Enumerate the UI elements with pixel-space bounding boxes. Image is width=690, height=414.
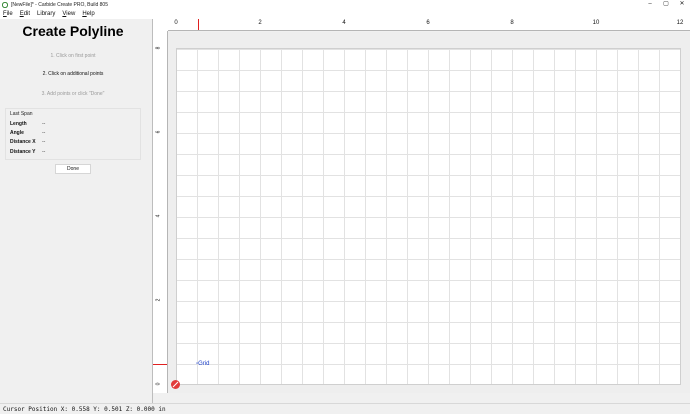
app-icon [2,1,8,8]
distance-y-value: -- [42,149,46,155]
step-3-text: 3. Add points or click "Done" [41,91,105,97]
ruler-cursor-marker-x [198,19,199,30]
menu-file-rest: ile [6,11,13,17]
length-value: -- [42,121,46,127]
window-controls: – ▢ ✕ [642,0,690,9]
distance-y-label: Distance Y [10,149,36,155]
ruler-x-label: 10 [592,20,600,26]
menu-edit-rest: dit [23,11,31,17]
ruler-cursor-marker-y [153,364,167,365]
menu-library-rest: Library [37,11,56,17]
ruler-y-label: 4 [155,214,162,218]
menu-help-rest: elp [86,11,95,17]
angle-row: Angle -- [10,130,45,136]
angle-value: -- [42,130,46,136]
tool-panel: Create Polyline 1. Click on first point … [0,19,152,403]
angle-label: Angle [10,130,24,136]
panel-title: Create Polyline [22,23,124,39]
menu-library[interactable]: Library [37,11,55,17]
distance-x-label: Distance X [10,139,36,145]
length-row: Length -- [10,121,45,127]
menu-edit[interactable]: Edit [20,11,30,17]
ruler-y-label: 8 [155,46,162,50]
ruler-y-label: 6 [155,130,162,134]
close-button[interactable]: ✕ [674,0,690,9]
title-bar: [NewFile]* - Carbide Create PRO, Build 8… [0,0,690,9]
menu-view-rest: iew [66,11,76,17]
last-span-title: Last Span [10,111,33,117]
grid-label: ▫Grid [196,361,210,367]
distance-y-row: Distance Y -- [10,149,45,155]
ruler-x-label: 0 [174,20,178,26]
ruler-y-label: 0 [155,382,162,386]
step-2-text: 2. Click on additional points [42,71,104,77]
minimize-button[interactable]: – [642,0,658,9]
ruler-corner [153,19,168,31]
grid-label-text: Grid [198,361,210,367]
status-bar: Cursor Position X: 0.558 Y: 0.501 Z: 0.0… [0,403,690,414]
ruler-x-label: 12 [676,20,684,26]
ruler-horizontal: 0 2 4 6 8 10 12 [168,19,690,31]
ruler-x-label: 4 [342,20,346,26]
ruler-x-label: 2 [258,20,262,26]
menu-bar: File Edit Library View Help [0,9,690,19]
menu-view[interactable]: View [62,11,75,17]
window-title: [NewFile]* - Carbide Create PRO, Build 8… [11,1,108,8]
cursor-position: Cursor Position X: 0.558 Y: 0.501 Z: 0.0… [3,406,166,413]
last-span-group: Last Span Length -- Angle -- Distance X -- … [5,108,141,160]
done-button[interactable]: Done [55,164,91,174]
maximize-button[interactable]: ▢ [658,0,674,9]
app-window: [NewFile]* - Carbide Create PRO, Build 8… [0,0,690,414]
length-label: Length [10,121,27,127]
ruler-x-label: 6 [426,20,430,26]
step-1-text: 1. Click on first point [50,53,96,59]
ruler-x-label: 8 [510,20,514,26]
menu-file[interactable]: File [3,11,13,17]
stock-grid[interactable] [176,48,681,385]
ruler-y-label: 2 [155,298,162,302]
ruler-vertical: 8 6 4 2 0 [153,31,168,393]
distance-x-row: Distance X -- [10,139,45,145]
distance-x-value: -- [42,139,46,145]
menu-help[interactable]: Help [82,11,94,17]
origin-icon [171,380,180,389]
